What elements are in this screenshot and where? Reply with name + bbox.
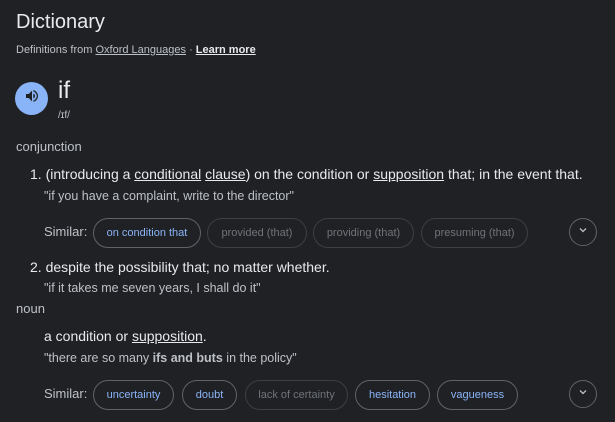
def-text: despite the possibility that; no matter … [45,259,330,275]
example-text: "there are so many [44,351,153,365]
noun-definition: a condition or supposition. [44,328,207,344]
speaker-icon [24,88,40,109]
phonetic: /ɪf/ [58,110,70,121]
oxford-languages-link[interactable]: Oxford Languages [95,44,186,56]
noun-example: "there are so many ifs and buts in the p… [44,351,297,365]
supposition-link[interactable]: supposition [373,166,444,182]
part-of-speech-conjunction: conjunction [16,139,82,154]
learn-more-link[interactable]: Learn more [196,44,256,56]
similar-chip-doubt[interactable]: doubt [182,380,237,410]
pronunciation-audio-button[interactable] [15,82,48,115]
similar-label: Similar: [44,386,88,401]
sense-1-example: "if you have a complaint, write to the d… [44,189,294,203]
expand-similar-button[interactable] [569,218,597,246]
similar-chip-providing-that[interactable]: providing (that) [313,218,414,248]
conditional-link[interactable]: conditional [134,166,201,182]
supposition-link[interactable]: supposition [132,328,203,344]
def-text: . [202,328,207,344]
similar-chip-hesitation[interactable]: hesitation [355,380,430,410]
sense-number: 2. [30,259,42,275]
similar-chip-presuming-that[interactable]: presuming (that) [421,218,528,248]
chevron-down-icon [577,223,589,241]
example-bold: ifs and buts [152,351,223,365]
headword: if [58,77,70,104]
chevron-down-icon [577,385,589,403]
sense-2-example: "if it takes me seven years, I shall do … [44,281,261,295]
defs-prefix: Definitions from [16,44,93,56]
example-text: in the policy" [222,351,297,365]
def-text: that; in the event that. [444,166,583,182]
similar-chip-lack-of-certainty[interactable]: lack of certainty [245,380,348,410]
def-text: a condition or [44,328,132,344]
part-of-speech-noun: noun [16,301,45,316]
def-text: (introducing a [45,166,135,182]
separator: · [189,44,193,56]
definitions-source: Definitions from Oxford Languages · Lear… [16,44,256,56]
similar-chip-provided-that[interactable]: provided (that) [207,218,307,248]
similar-chip-uncertainty[interactable]: uncertainty [93,380,174,410]
similar-chip-on-condition-that[interactable]: on condition that [93,218,201,248]
expand-similar-button[interactable] [569,380,597,408]
clause-link[interactable]: clause [205,166,245,182]
similar-label: Similar: [44,224,88,239]
sense-number: 1. [30,166,42,182]
similar-chip-vagueness[interactable]: vagueness [437,380,518,410]
page-title: Dictionary [16,11,105,33]
def-text: ) on the condition or [245,166,374,182]
sense-2-definition: 2. despite the possibility that; no matt… [30,259,330,275]
sense-1-definition: 1. (introducing a conditional clause) on… [30,166,583,182]
